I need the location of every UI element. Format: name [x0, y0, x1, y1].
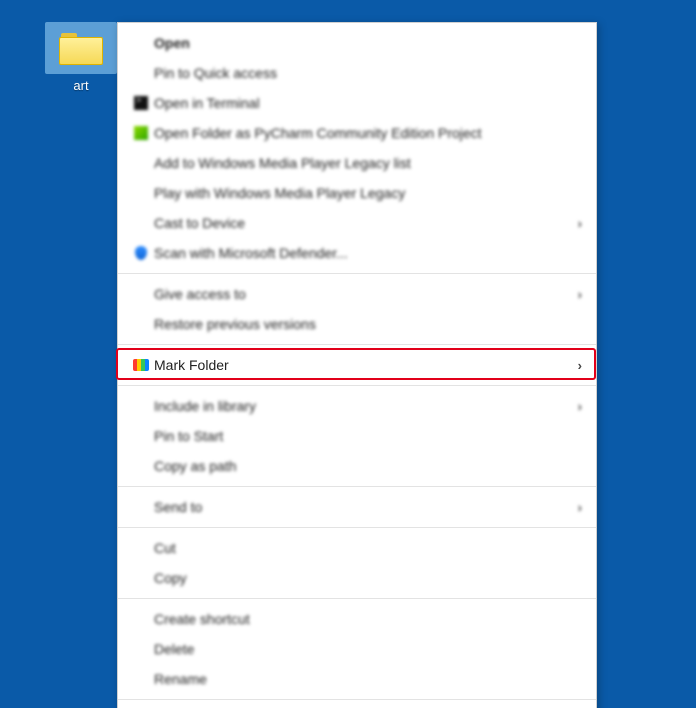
menu-item-label: Scan with Microsoft Defender...: [154, 245, 582, 261]
menu-item[interactable]: Play with Windows Media Player Legacy: [118, 178, 596, 208]
no-icon: [128, 155, 154, 171]
no-icon: [128, 611, 154, 627]
menu-item-label: Delete: [154, 641, 582, 657]
menu-item-label: Pin to Quick access: [154, 65, 582, 81]
no-icon: [128, 540, 154, 556]
menu-separator: [118, 699, 596, 700]
desktop-folder[interactable]: art: [45, 22, 117, 93]
menu-item-label: Send to: [154, 499, 578, 515]
menu-item[interactable]: Add to Windows Media Player Legacy list: [118, 148, 596, 178]
menu-item[interactable]: Open Folder as PyCharm Community Edition…: [118, 118, 596, 148]
menu-item[interactable]: Cast to Device›: [118, 208, 596, 238]
no-icon: [128, 458, 154, 474]
menu-separator: [118, 527, 596, 528]
menu-item[interactable]: Create shortcut: [118, 604, 596, 634]
no-icon: [128, 65, 154, 81]
menu-separator: [118, 273, 596, 274]
terminal-icon: [128, 95, 154, 111]
no-icon: [128, 671, 154, 687]
menu-item[interactable]: Mark Folder›: [118, 350, 596, 380]
menu-item-label: Restore previous versions: [154, 316, 582, 332]
menu-item[interactable]: Copy: [118, 563, 596, 593]
chevron-right-icon: ›: [578, 287, 582, 302]
menu-item[interactable]: Open: [118, 28, 596, 58]
menu-item-label: Open Folder as PyCharm Community Edition…: [154, 125, 582, 141]
menu-item-label: Open in Terminal: [154, 95, 582, 111]
menu-item[interactable]: Include in library›: [118, 391, 596, 421]
no-icon: [128, 35, 154, 51]
no-icon: [128, 215, 154, 231]
no-icon: [128, 316, 154, 332]
folder-label: art: [45, 78, 117, 93]
menu-separator: [118, 598, 596, 599]
menu-item[interactable]: Open in Terminal: [118, 88, 596, 118]
pycharm-icon: [128, 125, 154, 141]
mark-icon: [128, 357, 154, 373]
menu-item-label: Cut: [154, 540, 582, 556]
menu-item-label: Play with Windows Media Player Legacy: [154, 185, 582, 201]
menu-item-label: Copy as path: [154, 458, 582, 474]
menu-separator: [118, 385, 596, 386]
no-icon: [128, 499, 154, 515]
chevron-right-icon: ›: [578, 399, 582, 414]
no-icon: [128, 428, 154, 444]
menu-item[interactable]: Give access to›: [118, 279, 596, 309]
menu-item[interactable]: Delete: [118, 634, 596, 664]
menu-item-label: Open: [154, 35, 582, 51]
menu-item[interactable]: Restore previous versions: [118, 309, 596, 339]
chevron-right-icon: ›: [578, 216, 582, 231]
menu-item-label: Cast to Device: [154, 215, 578, 231]
menu-item[interactable]: Copy as path: [118, 451, 596, 481]
menu-item[interactable]: Send to›: [118, 492, 596, 522]
menu-item[interactable]: Rename: [118, 664, 596, 694]
menu-item-label: Pin to Start: [154, 428, 582, 444]
menu-item-label: Create shortcut: [154, 611, 582, 627]
menu-item-label: Give access to: [154, 286, 578, 302]
shield-icon: [128, 245, 154, 261]
no-icon: [128, 398, 154, 414]
chevron-right-icon: ›: [578, 358, 582, 373]
menu-item[interactable]: Pin to Quick access: [118, 58, 596, 88]
menu-item-label: Mark Folder: [154, 357, 578, 373]
menu-item-label: Add to Windows Media Player Legacy list: [154, 155, 582, 171]
menu-item[interactable]: Scan with Microsoft Defender...: [118, 238, 596, 268]
no-icon: [128, 286, 154, 302]
menu-item-label: Copy: [154, 570, 582, 586]
menu-separator: [118, 344, 596, 345]
chevron-right-icon: ›: [578, 500, 582, 515]
no-icon: [128, 641, 154, 657]
folder-icon: [45, 22, 117, 74]
menu-item[interactable]: Pin to Start: [118, 421, 596, 451]
menu-item-label: Include in library: [154, 398, 578, 414]
no-icon: [128, 570, 154, 586]
no-icon: [128, 185, 154, 201]
menu-item-label: Rename: [154, 671, 582, 687]
menu-separator: [118, 486, 596, 487]
context-menu: Open Pin to Quick access Open in Terminal O…: [117, 22, 597, 708]
menu-item[interactable]: Cut: [118, 533, 596, 563]
